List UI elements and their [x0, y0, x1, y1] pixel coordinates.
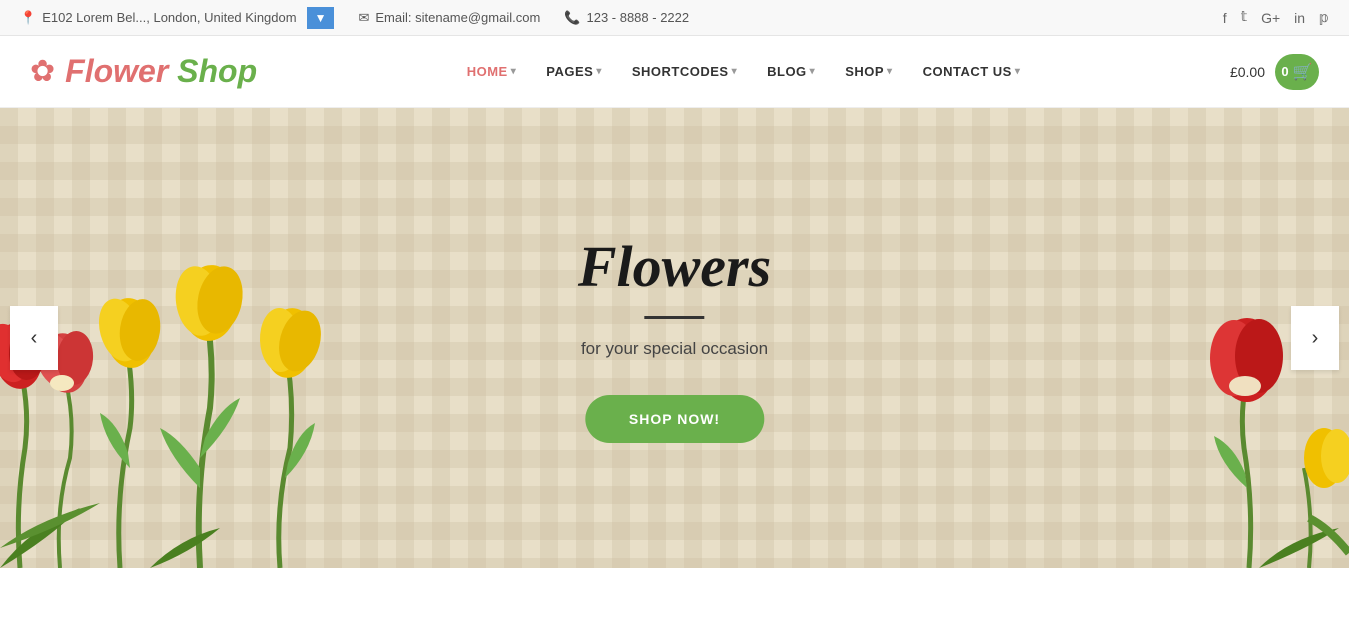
slider-prev-button[interactable]: ‹	[10, 306, 58, 370]
email-icon: ✉	[358, 10, 369, 26]
phone-icon: 📞	[564, 10, 580, 26]
logo-flower-word: Flower	[65, 53, 177, 89]
logo-shop-word: Shop	[177, 53, 257, 89]
next-arrow-icon: ›	[1312, 327, 1319, 350]
nav-shop-chevron: ▾	[887, 66, 893, 77]
main-nav: HOME ▾ PAGES ▾ SHORTCODES ▾ BLOG ▾ SHOP …	[455, 56, 1033, 87]
slider-next-button[interactable]: ›	[1291, 306, 1339, 370]
nav-contact-chevron: ▾	[1015, 66, 1021, 77]
hero-section: Flowers for your special occasion SHOP N…	[0, 108, 1349, 568]
nav-home-chevron: ▾	[511, 66, 517, 77]
cart-price: £0.00	[1230, 64, 1265, 80]
nav-pages[interactable]: PAGES ▾	[534, 56, 614, 87]
nav-contact-us[interactable]: CONTACT US ▾	[911, 56, 1033, 87]
phone-text: 123 - 8888 - 2222	[586, 10, 689, 25]
twitter-icon[interactable]: 𝕥	[1241, 9, 1248, 26]
facebook-icon[interactable]: f	[1223, 10, 1227, 26]
header: ✿ Flower Shop HOME ▾ PAGES ▾ SHORTCODES …	[0, 36, 1349, 108]
cart-button[interactable]: 0 🛒	[1275, 54, 1319, 90]
cart-icon: 🛒	[1293, 62, 1313, 82]
nav-home-label: HOME	[467, 64, 508, 79]
pinterest-icon[interactable]: 𝕡	[1319, 9, 1329, 26]
header-right: £0.00 0 🛒	[1230, 54, 1319, 90]
nav-shortcodes[interactable]: SHORTCODES ▾	[620, 56, 749, 87]
phone-item: 📞 123 - 8888 - 2222	[564, 10, 689, 26]
nav-contact-label: CONTACT US	[923, 64, 1012, 79]
hero-subtitle: for your special occasion	[578, 339, 771, 359]
nav-shortcodes-chevron: ▾	[732, 66, 738, 77]
logo-flower-icon: ✿	[30, 54, 55, 89]
cart-count: 0	[1281, 64, 1288, 79]
hero-title: Flowers	[578, 233, 771, 300]
tulips-left-svg	[0, 108, 420, 568]
nav-blog-chevron: ▾	[810, 66, 816, 77]
nav-shop[interactable]: SHOP ▾	[833, 56, 904, 87]
logo[interactable]: ✿ Flower Shop	[30, 53, 257, 90]
email-text: Email: sitename@gmail.com	[375, 10, 540, 25]
nav-shortcodes-label: SHORTCODES	[632, 64, 729, 79]
prev-arrow-icon: ‹	[31, 327, 38, 350]
top-bar: 📍 E102 Lorem Bel..., London, United King…	[0, 0, 1349, 36]
email-item: ✉ Email: sitename@gmail.com	[358, 10, 540, 26]
nav-pages-chevron: ▾	[596, 66, 602, 77]
logo-text: Flower Shop	[65, 53, 257, 90]
top-bar-right: f 𝕥 G+ in 𝕡	[1223, 9, 1329, 26]
hero-content: Flowers for your special occasion SHOP N…	[578, 233, 771, 443]
address-text: E102 Lorem Bel..., London, United Kingdo…	[42, 10, 296, 25]
top-bar-left: 📍 E102 Lorem Bel..., London, United King…	[20, 7, 689, 29]
nav-blog-label: BLOG	[767, 64, 807, 79]
nav-home[interactable]: HOME ▾	[455, 56, 529, 87]
nav-pages-label: PAGES	[546, 64, 593, 79]
flowers-left	[0, 108, 420, 568]
shop-now-button[interactable]: SHOP NOW!	[585, 395, 764, 443]
nav-blog[interactable]: BLOG ▾	[755, 56, 827, 87]
address-item: 📍 E102 Lorem Bel..., London, United King…	[20, 7, 334, 29]
nav-shop-label: SHOP	[845, 64, 884, 79]
googleplus-icon[interactable]: G+	[1261, 10, 1280, 26]
hero-divider	[645, 316, 705, 319]
address-dropdown-button[interactable]: ▼	[307, 7, 335, 29]
linkedin-icon[interactable]: in	[1294, 10, 1305, 26]
location-icon: 📍	[20, 10, 36, 26]
